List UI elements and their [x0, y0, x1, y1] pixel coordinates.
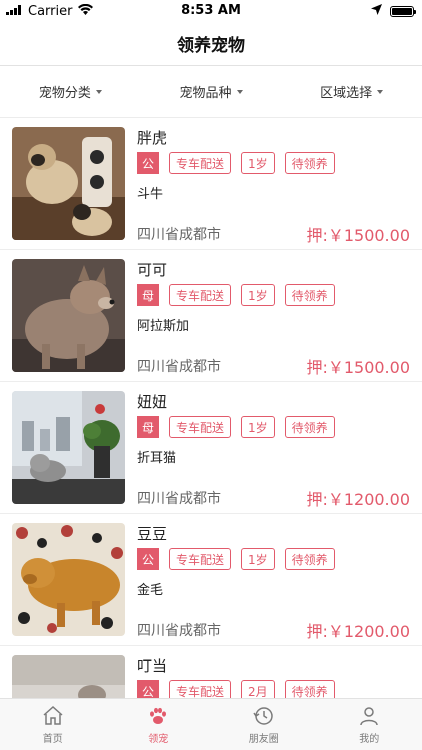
- gender-badge: 公: [137, 548, 159, 570]
- pet-breed: 金毛: [137, 583, 164, 598]
- age-tag: 1岁: [241, 548, 275, 570]
- filter-category-label: 宠物分类: [38, 86, 91, 101]
- status-tag: 待领养: [284, 416, 335, 438]
- home-icon: [43, 705, 63, 725]
- tab-adopt-label: 领宠: [148, 734, 169, 745]
- filter-breed-label: 宠物品种: [179, 86, 232, 101]
- pet-breed: 阿拉斯加: [137, 319, 190, 334]
- delivery-tag: 专车配送: [169, 152, 232, 174]
- tab-home[interactable]: 首页: [0, 699, 106, 750]
- caret-down-icon: [95, 89, 102, 94]
- deposit-price: 押:￥1200.00: [306, 622, 410, 641]
- navigation-bar: 领养宠物: [0, 22, 422, 66]
- deposit-price: 押:￥1200.00: [306, 490, 410, 509]
- tab-bar: 首页 领宠 朋友圈 我的: [0, 698, 422, 750]
- battery-icon: [390, 5, 416, 17]
- tab-moments-label: 朋友圈: [248, 734, 279, 745]
- pet-card[interactable]: 胖虎 公 专车配送 1岁 待领养 斗牛 四川省成都市 押:￥1500.00: [0, 118, 422, 250]
- page-title: 领养宠物: [177, 36, 245, 56]
- tab-home-label: 首页: [42, 734, 63, 745]
- paw-icon: [150, 707, 167, 724]
- caret-down-icon: [236, 89, 243, 94]
- pet-name: 胖虎: [137, 129, 168, 147]
- age-tag: 2月: [241, 680, 275, 698]
- age-tag: 1岁: [241, 284, 275, 306]
- status-tag: 待领养: [284, 680, 335, 698]
- age-tag: 1岁: [241, 416, 275, 438]
- pet-photo-pug: [12, 127, 125, 240]
- pet-photo-alaskan: [12, 259, 125, 372]
- pet-name: 可可: [137, 261, 168, 279]
- tab-profile[interactable]: 我的: [317, 699, 422, 750]
- pet-location: 四川省成都市: [137, 359, 221, 375]
- gender-badge: 母: [137, 416, 159, 438]
- delivery-tag: 专车配送: [169, 416, 232, 438]
- clock: 8:53 AM: [181, 3, 241, 18]
- pet-location: 四川省成都市: [137, 227, 221, 243]
- pet-photo-golden: [12, 523, 125, 636]
- pet-location: 四川省成都市: [137, 491, 221, 507]
- status-tag: 待领养: [284, 284, 335, 306]
- pet-list: 胖虎 公 专车配送 1岁 待领养 斗牛 四川省成都市 押:￥1500.00 可可…: [0, 118, 422, 698]
- history-icon: [253, 707, 273, 725]
- pet-card[interactable]: 叮当 公 专车配送 2月 待领养: [0, 646, 422, 698]
- filter-category[interactable]: 宠物分类: [0, 82, 141, 101]
- user-icon: [360, 707, 378, 726]
- gender-badge: 公: [137, 680, 159, 698]
- deposit-price: 押:￥1500.00: [306, 358, 410, 377]
- delivery-tag: 专车配送: [169, 284, 232, 306]
- pet-card[interactable]: 豆豆 公 专车配送 1岁 待领养 金毛 四川省成都市 押:￥1200.00: [0, 514, 422, 646]
- pet-breed: 折耳猫: [137, 451, 177, 466]
- pet-photo-kitten: [12, 655, 125, 698]
- tab-profile-label: 我的: [359, 734, 380, 745]
- pet-photo-cat: [12, 391, 125, 504]
- delivery-tag: 专车配送: [169, 680, 232, 698]
- tab-moments[interactable]: 朋友圈: [211, 699, 317, 750]
- filter-region-label: 区域选择: [320, 86, 373, 101]
- tab-adopt[interactable]: 领宠: [106, 699, 212, 750]
- status-tag: 待领养: [284, 152, 335, 174]
- status-tag: 待领养: [284, 548, 335, 570]
- gender-badge: 公: [137, 152, 159, 174]
- pet-name: 豆豆: [137, 525, 168, 543]
- pet-name: 叮当: [137, 657, 168, 675]
- deposit-price: 押:￥1500.00: [306, 226, 410, 245]
- pet-location: 四川省成都市: [137, 623, 221, 639]
- caret-down-icon: [377, 89, 384, 94]
- delivery-tag: 专车配送: [169, 548, 232, 570]
- age-tag: 1岁: [241, 152, 275, 174]
- filter-breed[interactable]: 宠物品种: [141, 82, 282, 101]
- status-bar: Carrier 8:53 AM: [0, 0, 422, 22]
- pet-breed: 斗牛: [137, 187, 164, 202]
- filter-bar: 宠物分类 宠物品种 区域选择: [0, 66, 422, 118]
- pet-name: 妞妞: [137, 393, 168, 411]
- filter-region[interactable]: 区域选择: [281, 82, 422, 101]
- pet-card[interactable]: 妞妞 母 专车配送 1岁 待领养 折耳猫 四川省成都市 押:￥1200.00: [0, 382, 422, 514]
- pet-card[interactable]: 可可 母 专车配送 1岁 待领养 阿拉斯加 四川省成都市 押:￥1500.00: [0, 250, 422, 382]
- gender-badge: 母: [137, 284, 159, 306]
